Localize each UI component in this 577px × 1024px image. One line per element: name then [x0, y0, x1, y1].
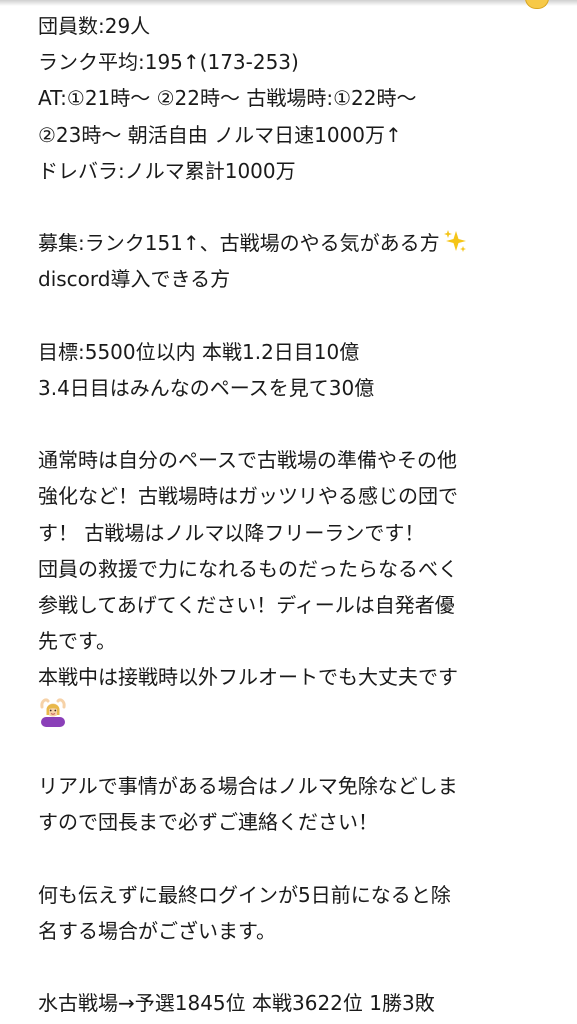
- note-body: 団員数:29人 ランク平均:195↑(173-253) AT:①21時〜 ②22…: [38, 8, 568, 1021]
- note-line: 目標:5500位以内 本戦1.2日目10億: [38, 339, 360, 364]
- note-line: 団員の救援で力になれるものだったらなるべく: [38, 556, 458, 581]
- note-line: すので団長まで必ずご連絡ください！: [38, 810, 378, 835]
- sparkles-icon: [443, 230, 466, 253]
- note-line: 団員数:29人: [38, 14, 151, 38]
- note-line: 参戦してあげてください！ディールは自発者優: [38, 593, 455, 617]
- note-line: 強化など！古戦場時はガッツリやる感じの団で: [38, 484, 458, 509]
- note-line: discord導入できる方: [38, 267, 231, 292]
- note-line: 名する場合がございます。: [38, 918, 276, 943]
- note-line: す！ 古戦場はノルマ以降フリーランです！: [38, 520, 425, 545]
- note-line: 本戦中は接戦時以外フルオートでも大丈夫です: [38, 665, 458, 690]
- note-line: 水古戦場→予選1845位 本戦3622位 1勝3敗: [38, 991, 435, 1016]
- note-line-text: 募集:ランク151↑、古戦場のやる気がある方: [38, 231, 440, 256]
- note-line: 先です。: [38, 629, 116, 654]
- note-line: ドレバラ:ノルマ累計1000万: [38, 158, 296, 183]
- note-line: AT:①21時〜 ②22時〜 古戦場時:①22時〜: [38, 86, 417, 111]
- note-line: 何も伝えずに最終ログインが5日前になると除: [38, 882, 451, 907]
- note-line: ランク平均:195↑(173-253): [38, 50, 299, 75]
- status-bar-edge: [0, 0, 577, 6]
- note-line: 募集:ランク151↑、古戦場のやる気がある方: [38, 225, 568, 261]
- note-line: リアルで事情がある場合はノルマ免除などしま: [38, 773, 458, 798]
- note-line: 3.4日目はみんなのペースを見て30億: [38, 375, 375, 400]
- note-line: ②23時〜 朝活自由 ノルマ日速1000万↑: [38, 122, 402, 147]
- note-line: 通常時は自分のペースで古戦場の準備やその他: [38, 448, 457, 473]
- person-gesturing-ok-icon: [40, 697, 66, 727]
- emoji-line: [38, 696, 568, 732]
